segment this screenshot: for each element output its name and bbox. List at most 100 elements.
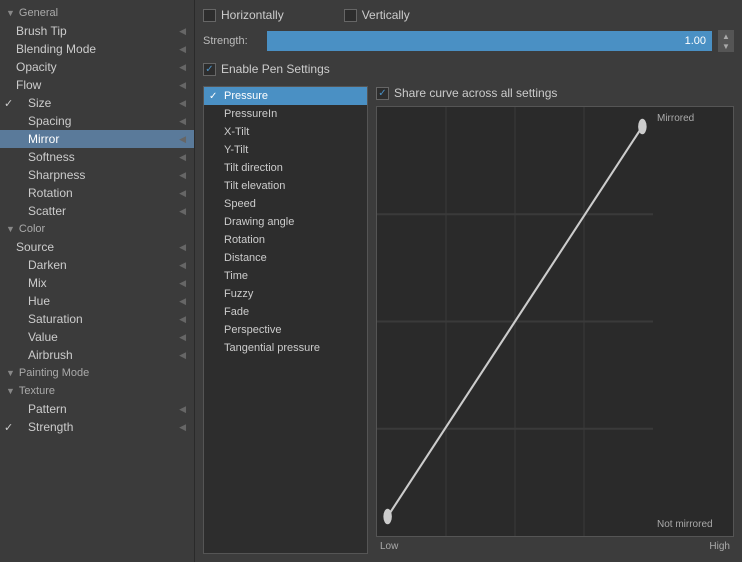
sidebar-item-saturation[interactable]: Saturation ◀: [0, 310, 194, 328]
sidebar-item-brush-tip-label: Brush Tip: [16, 24, 67, 38]
arrow-right-icon: ◀: [179, 350, 186, 361]
curve-bottom-labels: Low High: [376, 539, 734, 554]
sidebar-item-flow[interactable]: Flow ◀: [0, 76, 194, 94]
arrow-right-icon: ◀: [179, 278, 186, 289]
sidebar-item-source[interactable]: Source ◀: [0, 238, 194, 256]
dropdown-item-tilt-direction[interactable]: Tilt direction: [204, 159, 367, 177]
arrow-right-icon: ◀: [179, 44, 186, 55]
dropdown-item-pressure-in[interactable]: PressureIn: [204, 105, 367, 123]
sidebar-item-value-label: Value: [28, 330, 58, 344]
sidebar-item-scatter-label: Scatter: [28, 204, 66, 218]
dropdown-item-tangential-pressure-label: Tangential pressure: [224, 342, 320, 354]
sidebar-item-softness[interactable]: Softness ◀: [0, 148, 194, 166]
curve-svg: [377, 107, 653, 536]
sidebar-section-painting-mode[interactable]: ▼ Painting Mode: [0, 364, 194, 382]
arrow-right-icon: ◀: [179, 314, 186, 325]
strength-arrows: ▲ ▼: [718, 30, 734, 52]
dropdown-list[interactable]: ✓ Pressure PressureIn X-Tilt Y-Tilt Tilt…: [203, 86, 368, 554]
sidebar-item-strength[interactable]: ✓ Strength ◀: [0, 418, 194, 436]
curve-header: ✓ Share curve across all settings: [376, 86, 734, 100]
sidebar-item-hue[interactable]: Hue ◀: [0, 292, 194, 310]
dropdown-item-tilt-direction-label: Tilt direction: [224, 162, 283, 174]
pen-settings-checkbox[interactable]: ✓: [203, 63, 216, 76]
sidebar-item-scatter[interactable]: Scatter ◀: [0, 202, 194, 220]
dropdown-item-y-tilt[interactable]: Y-Tilt: [204, 141, 367, 159]
sidebar-item-darken[interactable]: Darken ◀: [0, 256, 194, 274]
dropdown-item-pressure[interactable]: ✓ Pressure: [204, 87, 367, 105]
vertically-checkbox[interactable]: Vertically: [344, 8, 410, 22]
strength-slider[interactable]: 1.00: [267, 31, 712, 51]
dropdown-item-speed[interactable]: Speed: [204, 195, 367, 213]
sidebar-item-strength-label: Strength: [28, 420, 73, 434]
dropdown-item-tangential-pressure[interactable]: Tangential pressure: [204, 339, 367, 357]
curve-labels-right: Mirrored Not mirrored: [653, 107, 733, 536]
arrow-right-icon: ◀: [179, 26, 186, 37]
right-panel: Horizontally Vertically Strength: 1.00 ▲…: [195, 0, 742, 562]
not-mirrored-label: Not mirrored: [657, 519, 729, 530]
sidebar-item-brush-tip[interactable]: Brush Tip ◀: [0, 22, 194, 40]
strength-row: Strength: 1.00 ▲ ▼: [203, 30, 734, 52]
arrow-right-icon: ◀: [179, 188, 186, 199]
dropdown-item-perspective[interactable]: Perspective: [204, 321, 367, 339]
curve-area[interactable]: Mirrored Not mirrored: [376, 106, 734, 537]
strength-label: Strength:: [203, 35, 261, 47]
sidebar-section-texture-label: Texture: [19, 385, 55, 397]
sidebar-item-mirror[interactable]: Mirror ◀: [0, 130, 194, 148]
sidebar-item-sharpness[interactable]: Sharpness ◀: [0, 166, 194, 184]
sidebar-item-airbrush-label: Airbrush: [28, 348, 73, 362]
sidebar-item-rotation[interactable]: Rotation ◀: [0, 184, 194, 202]
dropdown-item-x-tilt[interactable]: X-Tilt: [204, 123, 367, 141]
horizontally-checkbox-box[interactable]: [203, 9, 216, 22]
arrow-icon: ▼: [6, 368, 15, 378]
check-icon: ✓: [378, 88, 386, 99]
arrow-right-icon: ◀: [179, 98, 186, 109]
vertically-checkbox-box[interactable]: [344, 9, 357, 22]
dropdown-item-rotation-label: Rotation: [224, 234, 265, 246]
strength-down-button[interactable]: ▼: [719, 41, 733, 51]
dropdown-item-drawing-angle-label: Drawing angle: [224, 216, 294, 228]
middle-section: ✓ Pressure PressureIn X-Tilt Y-Tilt Tilt…: [203, 86, 734, 554]
arrow-right-icon: ◀: [179, 152, 186, 163]
sidebar-item-spacing[interactable]: Spacing ◀: [0, 112, 194, 130]
sidebar-item-blending-mode[interactable]: Blending Mode ◀: [0, 40, 194, 58]
sidebar-item-airbrush[interactable]: Airbrush ◀: [0, 346, 194, 364]
sidebar-item-value[interactable]: Value ◀: [0, 328, 194, 346]
check-icon: ✓: [4, 97, 13, 110]
dropdown-item-tilt-elevation[interactable]: Tilt elevation: [204, 177, 367, 195]
arrow-right-icon: ◀: [179, 422, 186, 433]
arrow-right-icon: ◀: [179, 62, 186, 73]
sidebar-item-pattern[interactable]: Pattern ◀: [0, 400, 194, 418]
share-curve-checkbox[interactable]: ✓: [376, 87, 389, 100]
sidebar-item-rotation-label: Rotation: [28, 186, 73, 200]
dropdown-item-rotation[interactable]: Rotation: [204, 231, 367, 249]
sidebar-item-mix[interactable]: Mix ◀: [0, 274, 194, 292]
curve-panel: ✓ Share curve across all settings: [376, 86, 734, 554]
sidebar-item-spacing-label: Spacing: [28, 114, 71, 128]
pen-settings-row[interactable]: ✓ Enable Pen Settings: [203, 62, 734, 76]
sidebar-section-color-label: Color: [19, 223, 45, 235]
dropdown-item-time[interactable]: Time: [204, 267, 367, 285]
dropdown-item-fuzzy[interactable]: Fuzzy: [204, 285, 367, 303]
horizontally-label: Horizontally: [221, 8, 284, 22]
sidebar-item-source-label: Source: [16, 240, 54, 254]
sidebar-item-hue-label: Hue: [28, 294, 50, 308]
sidebar-section-general-label: General: [19, 7, 58, 19]
dropdown-item-y-tilt-label: Y-Tilt: [224, 144, 248, 156]
dropdown-item-distance[interactable]: Distance: [204, 249, 367, 267]
horizontally-checkbox[interactable]: Horizontally: [203, 8, 284, 22]
dropdown-item-fade[interactable]: Fade: [204, 303, 367, 321]
curve-canvas[interactable]: [377, 107, 653, 536]
sidebar-item-size[interactable]: ✓ Size ◀: [0, 94, 194, 112]
sidebar-item-darken-label: Darken: [28, 258, 67, 272]
strength-up-button[interactable]: ▲: [719, 31, 733, 41]
sidebar-section-general[interactable]: ▼ General: [0, 4, 194, 22]
sidebar-item-opacity[interactable]: Opacity ◀: [0, 58, 194, 76]
dropdown-item-drawing-angle[interactable]: Drawing angle: [204, 213, 367, 231]
arrow-right-icon: ◀: [179, 404, 186, 415]
sidebar-section-texture[interactable]: ▼ Texture: [0, 382, 194, 400]
dropdown-item-pressure-in-label: PressureIn: [224, 108, 277, 120]
share-curve-label: Share curve across all settings: [394, 86, 557, 100]
sidebar-item-mix-label: Mix: [28, 276, 47, 290]
sidebar-section-color[interactable]: ▼ Color: [0, 220, 194, 238]
arrow-right-icon: ◀: [179, 332, 186, 343]
